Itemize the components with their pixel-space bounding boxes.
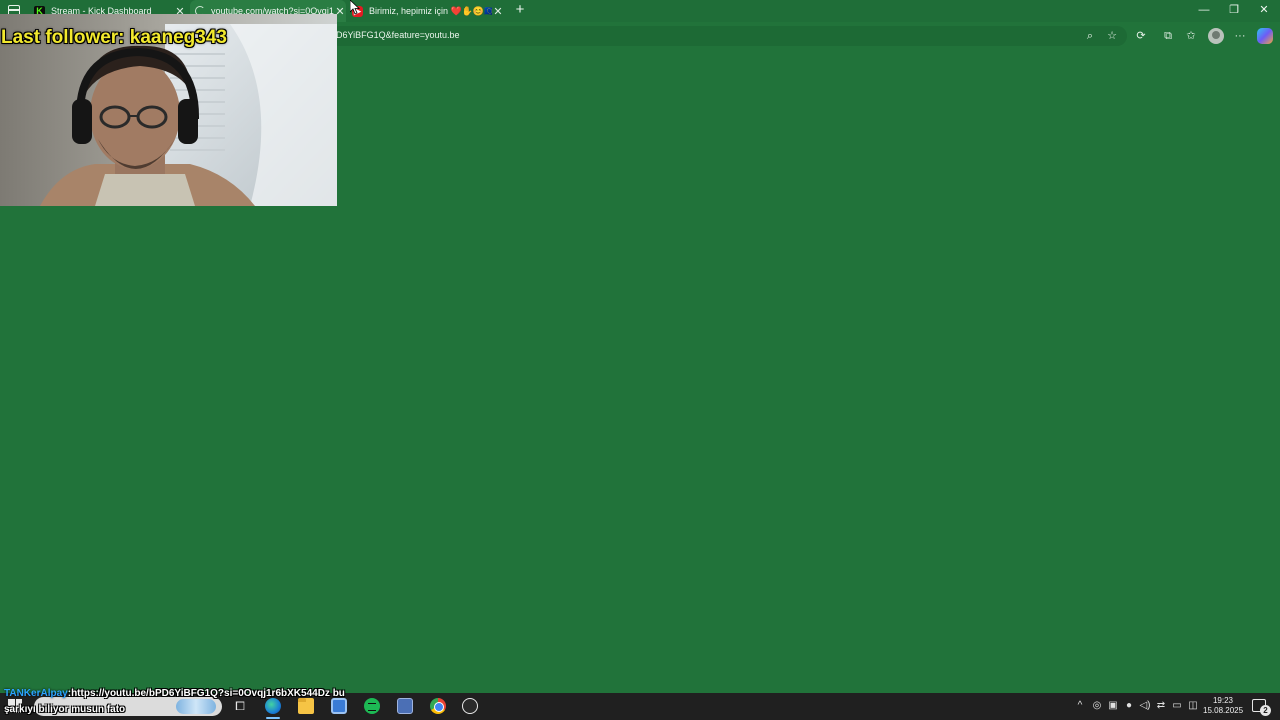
chrome-icon[interactable] — [430, 698, 446, 714]
minimize-button[interactable]: — — [1197, 3, 1211, 17]
battery-icon[interactable]: ▭ — [1171, 698, 1183, 714]
last-follower-label: Last follower: kaaneg343 — [1, 27, 227, 48]
mic-icon[interactable]: ● — [1123, 698, 1135, 714]
network-icon[interactable]: ⇄ — [1155, 698, 1167, 714]
chat-username: TANKerAlpay — [4, 688, 68, 699]
webcam-feed: Last follower: kaaneg343 — [0, 14, 337, 206]
spotify-icon[interactable] — [364, 698, 380, 714]
address-bar[interactable]: D6YiBFG1Q&feature=youtu.be — [330, 26, 1127, 46]
zoom-icon[interactable]: ⌕ — [1082, 28, 1098, 44]
chat-message: TANKerAlpay:https://youtu.be/bPD6YiBFG1Q… — [4, 688, 345, 699]
favorites-icon[interactable]: ✩ — [1183, 28, 1199, 44]
tab-title: Birimiz, hepimiz için ❤️✋😊🇪🇺 — [369, 5, 492, 16]
monitor-app-icon[interactable] — [331, 698, 347, 714]
chat-message-text: https://youtu.be/bPD6YiBFG1Q?si=0Ovqj1r6… — [71, 688, 345, 699]
address-text: D6YiBFG1Q&feature=youtu.be — [336, 30, 460, 40]
split-screen-icon[interactable]: ⧉ — [1160, 28, 1176, 44]
obs-icon[interactable] — [462, 698, 478, 714]
more-icon[interactable]: ··· — [1232, 28, 1248, 44]
restore-button[interactable]: ❐ — [1227, 3, 1241, 17]
edge-icon[interactable] — [265, 698, 281, 714]
extensions-icon[interactable]: ⟳ — [1133, 28, 1149, 44]
active-app-indicator — [266, 717, 280, 719]
notification-badge: 2 — [1260, 705, 1271, 716]
copilot-icon[interactable] — [1257, 28, 1273, 44]
tray-security-icon[interactable]: ◫ — [1187, 698, 1199, 714]
mouse-cursor-icon — [350, 0, 360, 15]
close-tab-icon[interactable]: ✕ — [492, 5, 504, 18]
volume-icon[interactable]: ◁) — [1139, 698, 1151, 714]
star-icon[interactable]: ☆ — [1104, 28, 1120, 44]
tray-app-icon[interactable]: ◎ — [1091, 698, 1103, 714]
clock[interactable]: 19:23 15.08.2025 — [1203, 696, 1243, 716]
new-tab-button[interactable]: + — [513, 2, 527, 18]
close-window-button[interactable]: ✕ — [1257, 3, 1271, 17]
task-view-icon[interactable]: ⧠ — [232, 698, 248, 714]
desktop: K Stream - Kick Dashboard ✕ youtube.com/… — [0, 0, 1280, 720]
tab-youtube-video[interactable]: ▶ Birimiz, hepimiz için ❤️✋😊🇪🇺 ✕ — [352, 0, 504, 22]
chat-message-continuation: şarkıyı biliyor musun fato — [4, 704, 126, 715]
clock-date: 15.08.2025 — [1203, 706, 1244, 715]
calculator-icon[interactable] — [397, 698, 413, 714]
avatar[interactable] — [1208, 28, 1224, 44]
tray-display-icon[interactable]: ▣ — [1107, 698, 1119, 714]
chevron-up-icon[interactable]: ^ — [1074, 698, 1086, 714]
clock-time: 19:23 — [1212, 696, 1234, 705]
file-explorer-icon[interactable] — [298, 698, 314, 714]
search-highlight-image — [176, 699, 216, 714]
